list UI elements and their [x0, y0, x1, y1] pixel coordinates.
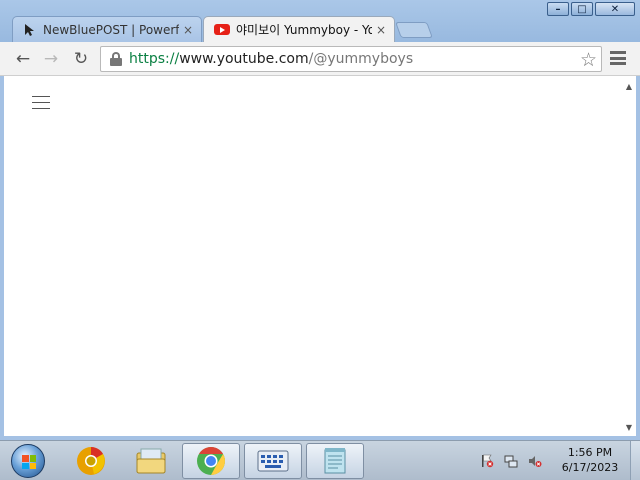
windows-logo-icon: [11, 444, 45, 478]
browser-titlebar: NewBluePOST | Powerful × 야미보이 Yummyboy -…: [0, 0, 640, 42]
tab-youtube-yummyboy[interactable]: 야미보이 Yummyboy - Yo ×: [203, 16, 395, 42]
tab-title: NewBluePOST | Powerful: [43, 22, 179, 37]
browser-toolbar: ← → ↻ https:// www.youtube.com /@yummybo…: [0, 42, 640, 76]
chrome-canary-icon: [77, 447, 105, 475]
url-scheme: https://: [129, 51, 180, 67]
clock-time: 1:56 PM: [567, 446, 613, 459]
browser-menu-button[interactable]: [610, 51, 626, 65]
notepad-taskbar-button[interactable]: [306, 443, 364, 479]
new-tab-button[interactable]: [395, 22, 433, 38]
show-desktop-button[interactable]: [630, 441, 640, 480]
tab-title: 야미보이 Yummyboy - Yo: [236, 23, 372, 37]
lock-icon: [109, 52, 123, 66]
window-controls: – □ ✕: [545, 2, 635, 16]
minimize-button[interactable]: –: [547, 2, 569, 16]
notepad-icon: [324, 448, 346, 474]
tab-close-icon[interactable]: ×: [376, 23, 386, 37]
bookmark-star-icon[interactable]: ☆: [580, 49, 597, 71]
forward-button[interactable]: →: [40, 48, 62, 70]
url-host: www.youtube.com: [179, 51, 309, 67]
network-icon[interactable]: [504, 453, 518, 468]
url-path: /@yummyboys: [308, 51, 414, 67]
notification-tray: [480, 453, 542, 468]
scroll-up-arrow-icon[interactable]: ▲: [626, 82, 632, 91]
scroll-down-arrow-icon[interactable]: ▼: [626, 423, 632, 432]
volume-muted-icon[interactable]: [528, 453, 542, 467]
system-clock[interactable]: 1:56 PM 6/17/2023: [558, 445, 622, 475]
guide-menu-icon[interactable]: [32, 96, 50, 109]
file-explorer-taskbar-button[interactable]: [122, 443, 180, 479]
taskbar: 1:56 PM 6/17/2023: [0, 440, 640, 480]
keyboard-icon: [257, 450, 289, 472]
start-button[interactable]: [6, 443, 50, 479]
youtube-icon: [214, 24, 230, 35]
clock-date: 6/17/2023: [561, 461, 619, 474]
folder-icon: [136, 448, 166, 474]
chrome-canary-taskbar-button[interactable]: [62, 443, 120, 479]
reload-button[interactable]: ↻: [70, 48, 92, 70]
chrome-taskbar-button[interactable]: [182, 443, 240, 479]
cursor-arrow-icon: [23, 23, 37, 37]
close-window-button[interactable]: ✕: [595, 2, 635, 16]
back-button[interactable]: ←: [12, 48, 34, 70]
window-frame-right: [636, 76, 640, 438]
keyboard-app-taskbar-button[interactable]: [244, 443, 302, 479]
page-viewport: ▲ ▼: [4, 78, 636, 436]
tab-close-icon[interactable]: ×: [183, 23, 193, 37]
tab-newbluepost[interactable]: NewBluePOST | Powerful ×: [12, 16, 202, 42]
chrome-icon: [197, 447, 225, 475]
action-center-flag-icon[interactable]: [480, 453, 494, 468]
maximize-button[interactable]: □: [571, 2, 593, 16]
address-bar[interactable]: https:// www.youtube.com /@yummyboys ☆: [100, 46, 602, 72]
